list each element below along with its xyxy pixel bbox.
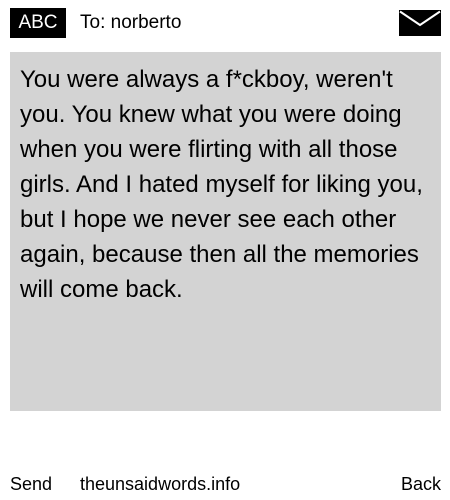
send-button[interactable]: Send: [10, 470, 52, 498]
compose-header: ABC To: norberto: [0, 0, 450, 44]
softkey-bar: Send theunsaidwords.info Back: [0, 470, 450, 498]
input-mode-badge[interactable]: ABC: [10, 8, 66, 38]
site-label: theunsaidwords.info: [80, 474, 241, 494]
message-body-area[interactable]: You were always a f*ckboy, weren't you. …: [10, 52, 441, 411]
envelope-icon: [399, 10, 441, 36]
message-text: You were always a f*ckboy, weren't you. …: [20, 66, 423, 303]
recipient-field[interactable]: To: norberto: [80, 8, 181, 38]
back-button[interactable]: Back: [401, 470, 441, 498]
